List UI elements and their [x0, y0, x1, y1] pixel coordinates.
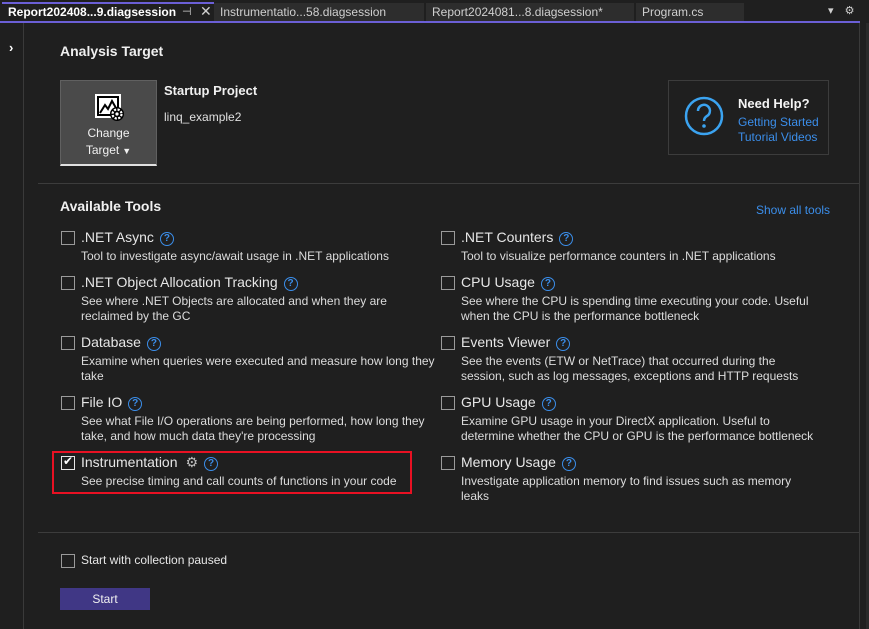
help-circle-icon[interactable]: ? — [283, 277, 298, 291]
section-divider — [38, 183, 859, 184]
tab-label: Program.cs — [642, 5, 704, 19]
tool-name-text: Events Viewer — [461, 334, 551, 350]
settings-icon[interactable]: ⚙ — [845, 5, 855, 17]
tool-description: Examine when queries were executed and m… — [81, 354, 435, 383]
tool-description: See where .NET Objects are allocated and… — [81, 294, 387, 323]
caret-down-icon: ▼ — [122, 146, 132, 156]
left-gutter: › — [0, 23, 24, 629]
tutorial-videos-link[interactable]: Tutorial Videos — [738, 130, 817, 144]
tool-name: .NET Counters? — [461, 229, 574, 246]
tab-label: Report2024081...8.diagsession* — [432, 5, 603, 19]
tab-program-cs[interactable]: Program.cs — [636, 3, 744, 22]
tool-description: See what File I/O operations are being p… — [81, 414, 425, 443]
help-circle-icon[interactable]: ? — [159, 232, 174, 246]
help-circle-icon[interactable]: ? — [146, 337, 161, 351]
help-title: Need Help? — [738, 96, 810, 111]
tool-name-text: .NET Counters — [461, 229, 554, 245]
start-button[interactable]: Start — [60, 588, 150, 610]
right-edge — [859, 23, 860, 629]
available-tools-heading: Available Tools — [60, 198, 162, 214]
pin-icon[interactable]: ⊣ — [182, 4, 192, 21]
tool-name-text: File IO — [81, 394, 123, 410]
close-icon[interactable]: ✕ — [200, 4, 212, 20]
help-panel: Need Help? Getting Started Tutorial Vide… — [668, 80, 829, 155]
tab-report-active[interactable]: Report202408...9.diagsession ⊣ ✕ — [2, 2, 214, 22]
tool-description: See where the CPU is spending time execu… — [461, 294, 809, 323]
change-target-label: Change Target ▼ — [61, 125, 156, 160]
tab-strip: Report202408...9.diagsession ⊣ ✕ Instrum… — [0, 0, 869, 23]
tool-name: .NET Async? — [81, 229, 174, 246]
tool-description: Examine GPU usage in your DirectX applic… — [461, 414, 814, 443]
change-target-line1: Change — [87, 126, 130, 140]
help-circle-icon[interactable]: ? — [540, 277, 555, 291]
tool-checkbox[interactable] — [441, 231, 455, 245]
tool-checkbox[interactable] — [441, 456, 455, 470]
change-target-line2-text: Target — [85, 143, 120, 157]
tool-checkbox[interactable] — [441, 276, 455, 290]
help-circle-icon[interactable]: ? — [541, 397, 556, 411]
tool-name-text: .NET Object Allocation Tracking — [81, 274, 278, 290]
tool-checkbox[interactable] — [441, 396, 455, 410]
diagnostics-content: Analysis Target Change Target ▼ Startup P… — [25, 23, 859, 629]
target-image-gear-icon — [95, 94, 124, 121]
section-divider-bottom — [38, 532, 859, 533]
tab-label: Instrumentatio...58.diagsession — [220, 5, 387, 19]
tool-checkbox[interactable] — [61, 231, 75, 245]
help-question-icon[interactable] — [684, 96, 724, 136]
tool-description: Tool to visualize performance counters i… — [461, 249, 776, 263]
start-paused-label: Start with collection paused — [81, 553, 228, 567]
tab-dropdown-icon[interactable]: ▾ — [828, 5, 834, 17]
tool-checkbox[interactable] — [61, 276, 75, 290]
tool-name-text: Memory Usage — [461, 454, 556, 470]
tool-description: Investigate application memory to find i… — [461, 474, 792, 503]
change-target-button[interactable]: Change Target ▼ — [60, 80, 157, 166]
tool-name-text: GPU Usage — [461, 394, 536, 410]
highlight-annotation-box — [52, 451, 412, 494]
startup-project-title: Startup Project — [164, 83, 258, 98]
help-circle-icon[interactable]: ? — [559, 232, 574, 246]
tool-description: Tool to investigate async/await usage in… — [81, 249, 389, 263]
startup-project-name: linq_example2 — [164, 110, 242, 124]
tool-checkbox[interactable] — [441, 336, 455, 350]
tab-label: Report202408...9.diagsession — [8, 5, 177, 19]
tool-name: Events Viewer? — [461, 334, 571, 351]
tool-name: Database? — [81, 334, 161, 351]
tool-checkbox[interactable] — [61, 336, 75, 350]
tool-description: See the events (ETW or NetTrace) that oc… — [461, 354, 799, 383]
tool-name-text: .NET Async — [81, 229, 154, 245]
help-circle-icon[interactable]: ? — [128, 397, 143, 411]
tool-name: Memory Usage? — [461, 454, 576, 471]
tool-checkbox[interactable] — [61, 396, 75, 410]
change-target-line2: Target ▼ — [61, 142, 156, 160]
analysis-target-heading: Analysis Target — [60, 43, 164, 59]
help-circle-icon[interactable]: ? — [556, 337, 571, 351]
getting-started-link[interactable]: Getting Started — [738, 115, 819, 129]
tab-report-modified[interactable]: Report2024081...8.diagsession* — [426, 3, 634, 22]
tab-strip-icons: ▾ ⚙ — [828, 4, 862, 17]
tool-name: File IO? — [81, 394, 143, 411]
tool-name-text: Database — [81, 334, 141, 350]
tool-name: CPU Usage? — [461, 274, 555, 291]
tool-name: .NET Object Allocation Tracking? — [81, 274, 298, 291]
tool-name: GPU Usage? — [461, 394, 556, 411]
tab-instrumentation[interactable]: Instrumentatio...58.diagsession — [214, 3, 424, 22]
start-paused-checkbox[interactable] — [61, 554, 75, 568]
show-all-tools-link[interactable]: Show all tools — [756, 203, 830, 217]
help-circle-icon[interactable]: ? — [561, 457, 576, 471]
expand-chevron-icon[interactable]: › — [9, 40, 13, 55]
tool-name-text: CPU Usage — [461, 274, 535, 290]
